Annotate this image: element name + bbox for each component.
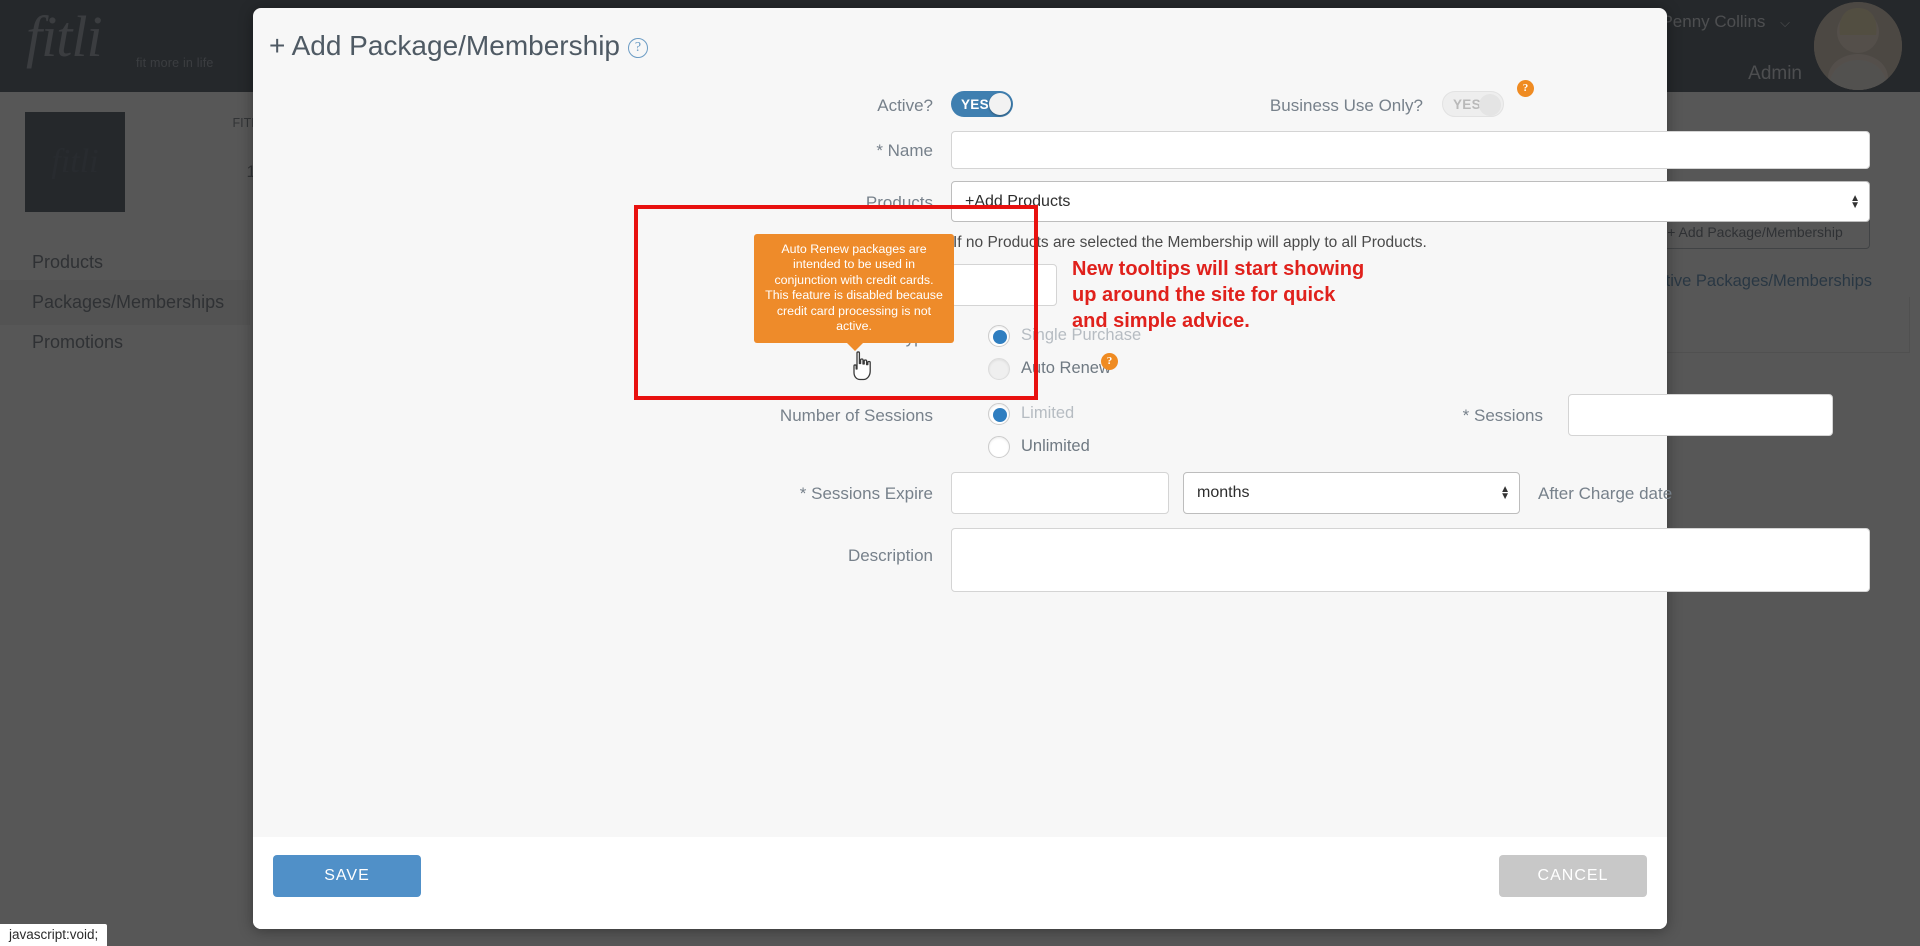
sessions-expire-input[interactable] xyxy=(951,472,1169,514)
dialog-footer: SAVE CANCEL xyxy=(253,837,1667,929)
sessions-radio-unlimited[interactable] xyxy=(988,436,1010,458)
business-use-label: Business Use Only? xyxy=(1269,96,1423,115)
active-label: Active? xyxy=(877,96,933,115)
description-label: Description xyxy=(847,546,933,565)
active-toggle[interactable]: YES xyxy=(951,91,1013,117)
sessions-expire-unit-value: months xyxy=(1197,484,1250,501)
sessions-radio-limited-label: Limited xyxy=(1021,404,1075,422)
add-package-membership-dialog: + Add Package/Membership? Active? YES Bu… xyxy=(253,8,1870,929)
business-use-toggle-value: YES xyxy=(1453,96,1481,112)
sessions-input[interactable] xyxy=(1568,394,1833,436)
name-label: * Name xyxy=(876,141,933,160)
number-of-sessions-label: Number of Sessions xyxy=(779,406,933,425)
annotation-note-text: New tooltips will start showing up aroun… xyxy=(1072,258,1365,332)
description-textarea[interactable] xyxy=(951,528,1870,592)
dialog-title-text: + Add Package/Membership xyxy=(269,30,620,61)
browser-status-bar: javascript:void; xyxy=(0,924,108,946)
sessions-expire-suffix-label: After Charge date xyxy=(1538,484,1673,503)
toggle-knob xyxy=(1479,94,1501,116)
select-spinner-icon: ▲ ▼ xyxy=(1500,484,1510,502)
sessions-expire-label: * Sessions Expire xyxy=(799,484,933,503)
dialog-title: + Add Package/Membership? xyxy=(269,30,648,62)
auto-renew-help-badge-icon[interactable]: ? xyxy=(1101,353,1118,370)
sessions-expire-unit-select[interactable]: months ▲ ▼ xyxy=(1183,472,1520,514)
sessions-radio-limited[interactable] xyxy=(988,403,1010,425)
name-input[interactable] xyxy=(951,131,1870,169)
sessions-radio-unlimited-label: Unlimited xyxy=(1021,437,1090,455)
auto-renew-tooltip: Auto Renew packages are intended to be u… xyxy=(754,234,954,352)
select-spinner-icon: ▲ ▼ xyxy=(1850,192,1860,211)
help-circle-icon[interactable]: ? xyxy=(627,38,648,58)
toggle-knob xyxy=(989,93,1011,115)
active-toggle-value: YES xyxy=(961,96,989,112)
mouse-cursor-icon xyxy=(849,351,875,386)
products-select[interactable]: +Add Products ▲ ▼ xyxy=(951,181,1870,222)
business-use-help-badge-icon[interactable]: ? xyxy=(1517,80,1534,97)
cancel-button[interactable]: CANCEL xyxy=(1499,855,1647,897)
save-button[interactable]: SAVE xyxy=(273,855,421,897)
business-use-toggle[interactable]: YES xyxy=(1442,91,1504,117)
sessions-label: * Sessions xyxy=(1462,406,1543,425)
